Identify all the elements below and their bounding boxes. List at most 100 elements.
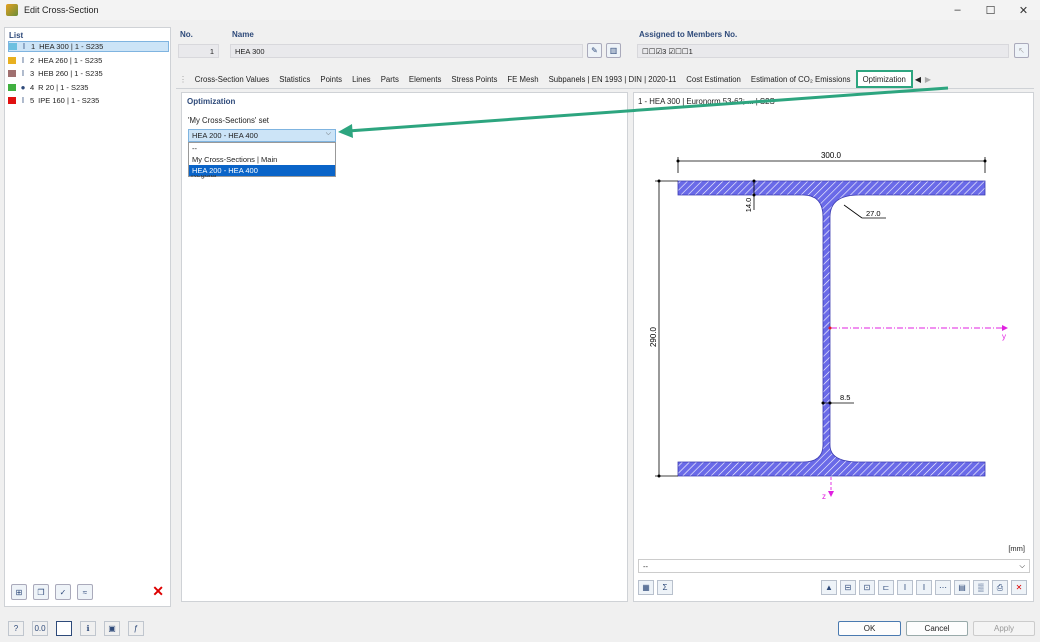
new-section-icon[interactable]: ⊞ [11, 584, 27, 600]
list-item[interactable]: I 5 IPE 160 | 1 - S235 [8, 95, 169, 106]
unit-label: [mm] [1008, 544, 1025, 553]
list-item-number: 5 [30, 96, 35, 105]
cancel-button[interactable]: Cancel [906, 621, 968, 636]
list-item-number: 1 [31, 42, 36, 51]
dim-height: 290.0 [649, 326, 658, 347]
cross-section-set-combo[interactable]: HEA 200 - HEA 400 ⌵ [188, 129, 336, 142]
view-combo[interactable]: -- ⌵ [638, 559, 1030, 573]
close-button[interactable]: ✕ [1007, 0, 1040, 20]
tab-cost-estimation[interactable]: Cost Estimation [681, 70, 746, 88]
apply-button[interactable]: Apply [973, 621, 1035, 636]
color-swatch [8, 97, 16, 104]
color-swatch [8, 70, 16, 77]
tab-cross-section-values[interactable]: Cross-Section Values [190, 70, 274, 88]
list-item-label: HEA 260 | 1 - S235 [38, 55, 103, 65]
blank-view-icon[interactable] [56, 621, 72, 636]
delete-icon[interactable]: ✕ [152, 583, 164, 600]
maximize-button[interactable]: ☐ [974, 0, 1007, 20]
name-field[interactable]: HEA 300 [230, 44, 583, 58]
name-field-group: Name HEA 300 ✎ ▥ [228, 27, 625, 65]
stress-points-icon[interactable]: ⋯ [935, 580, 951, 595]
window-title: Edit Cross-Section [24, 5, 99, 15]
section-table-icon[interactable]: ▦ [638, 580, 654, 595]
dim-width: 300.0 [821, 151, 842, 160]
info-icon[interactable]: ℹ [80, 621, 96, 636]
check-all-icon[interactable]: ✓ [55, 584, 71, 600]
tab-estimation-of-co-emissions[interactable]: Estimation of CO₂ Emissions [746, 70, 856, 88]
I-section-icon: I [22, 42, 26, 51]
section-graphic-panel: 1 - HEA 300 | Euronorm 53-62; ... | S2S … [633, 92, 1034, 602]
number-field-group: No. 1 [176, 27, 221, 65]
section-outline-icon[interactable]: I [916, 580, 932, 595]
copy-section-icon[interactable]: ❐ [33, 584, 49, 600]
assigned-members-field[interactable]: ☐☐☑3 ☑☐☐1 [637, 44, 1009, 58]
ok-button[interactable]: OK [838, 621, 901, 636]
list-item[interactable]: I 2 HEA 260 | 1 - S235 [8, 55, 169, 66]
color-swatch [8, 83, 16, 91]
combo-value: HEA 200 - HEA 400 [192, 131, 258, 140]
dimension-icon[interactable]: ⊏ [878, 580, 894, 595]
list-item[interactable]: ● 4 R 20 | 1 - S235 [8, 82, 169, 93]
dropdown-option[interactable]: -- [189, 143, 335, 154]
tab-scroll-left-icon[interactable]: ◀ [913, 70, 923, 88]
app-icon [6, 4, 18, 16]
display-options-icon[interactable]: ▤ [954, 580, 970, 595]
tab-scroll-right-icon[interactable]: ▶ [923, 70, 933, 88]
view-combo-value: -- [643, 561, 648, 571]
edit-icon[interactable]: ✎ [587, 43, 602, 58]
list-item-label: IPE 160 | 1 - S235 [38, 96, 100, 105]
i-section-shape [677, 180, 986, 477]
units-icon[interactable]: ▣ [104, 621, 120, 636]
library-icon[interactable]: ▥ [606, 43, 621, 58]
color-swatch [8, 56, 16, 64]
list-item-number: 3 [30, 69, 35, 78]
assigned-label: Assigned to Members No. [639, 30, 738, 39]
hatch-icon[interactable]: ▒ [973, 580, 989, 595]
tab-points[interactable]: Points [315, 70, 347, 88]
uncheck-icon[interactable]: ≈ [77, 584, 93, 600]
list-item[interactable]: I 1 HEA 300 | 1 - S235 [8, 41, 169, 52]
tab-elements[interactable]: Elements [404, 70, 447, 88]
axis-z-label: z [822, 492, 826, 501]
dim-web: 8.5 [840, 393, 850, 402]
dim-flange: 14.0 [744, 198, 753, 213]
tab-stress-points[interactable]: Stress Points [446, 70, 502, 88]
section-symbol-icon[interactable]: I [897, 580, 913, 595]
list-item[interactable]: I 3 HEB 260 | 1 - S235 [8, 68, 169, 79]
optimization-header: Optimization [187, 97, 236, 106]
round-bar-icon: ● [20, 82, 26, 92]
function-icon[interactable]: ƒ [128, 621, 144, 636]
I-section-icon: I [21, 69, 25, 78]
select-members-icon[interactable]: ↖ [1014, 43, 1029, 58]
hidden-option-text: Regular [191, 175, 217, 180]
set-label: 'My Cross-Sections' set [188, 116, 269, 125]
tab-lines[interactable]: Lines [347, 70, 376, 88]
sum-icon[interactable]: Σ [657, 580, 673, 595]
list-item-label: HEB 260 | 1 - S235 [38, 69, 103, 78]
cross-section-list-panel: List I 1 HEA 300 | 1 - S235 I 2 HEA 260 | 1 -… [4, 27, 171, 607]
decimal-places-icon[interactable]: 0.0 [32, 621, 48, 636]
I-section-icon: I [21, 55, 25, 65]
list-item-number: 4 [30, 82, 35, 92]
graphic-title: 1 - HEA 300 | Euronorm 53-62; ... | S2S [638, 97, 775, 106]
tab-optimization[interactable]: Optimization [855, 70, 913, 88]
tab-parts[interactable]: Parts [376, 70, 404, 88]
print-icon[interactable]: ⎙ [992, 580, 1008, 595]
optimization-panel: Optimization 'My Cross-Sections' set HEA… [181, 92, 628, 602]
color-swatch [9, 43, 17, 50]
fit-view-icon[interactable]: ⊡ [859, 580, 875, 595]
list-item-label: HEA 300 | 1 - S235 [39, 42, 104, 51]
no-label: No. [180, 30, 193, 39]
print-preview-icon[interactable]: ⊟ [840, 580, 856, 595]
no-field[interactable]: 1 [178, 44, 219, 58]
view-mode-icon[interactable]: ▲ [821, 580, 837, 595]
tab-fe-mesh[interactable]: FE Mesh [502, 70, 543, 88]
help-icon[interactable]: ? [8, 621, 24, 636]
chevron-down-icon: ⌵ [1019, 561, 1025, 570]
dropdown-option[interactable]: My Cross-Sections | Main [189, 154, 335, 165]
reset-view-icon[interactable]: ✕ [1011, 580, 1027, 595]
title-bar: Edit Cross-Section – ☐ ✕ [0, 0, 1040, 20]
tab-statistics[interactable]: Statistics [274, 70, 315, 88]
tab-subpanels-en-1993-din-2020-11[interactable]: Subpanels | EN 1993 | DIN | 2020-11 [544, 70, 682, 88]
minimize-button[interactable]: – [941, 0, 974, 20]
